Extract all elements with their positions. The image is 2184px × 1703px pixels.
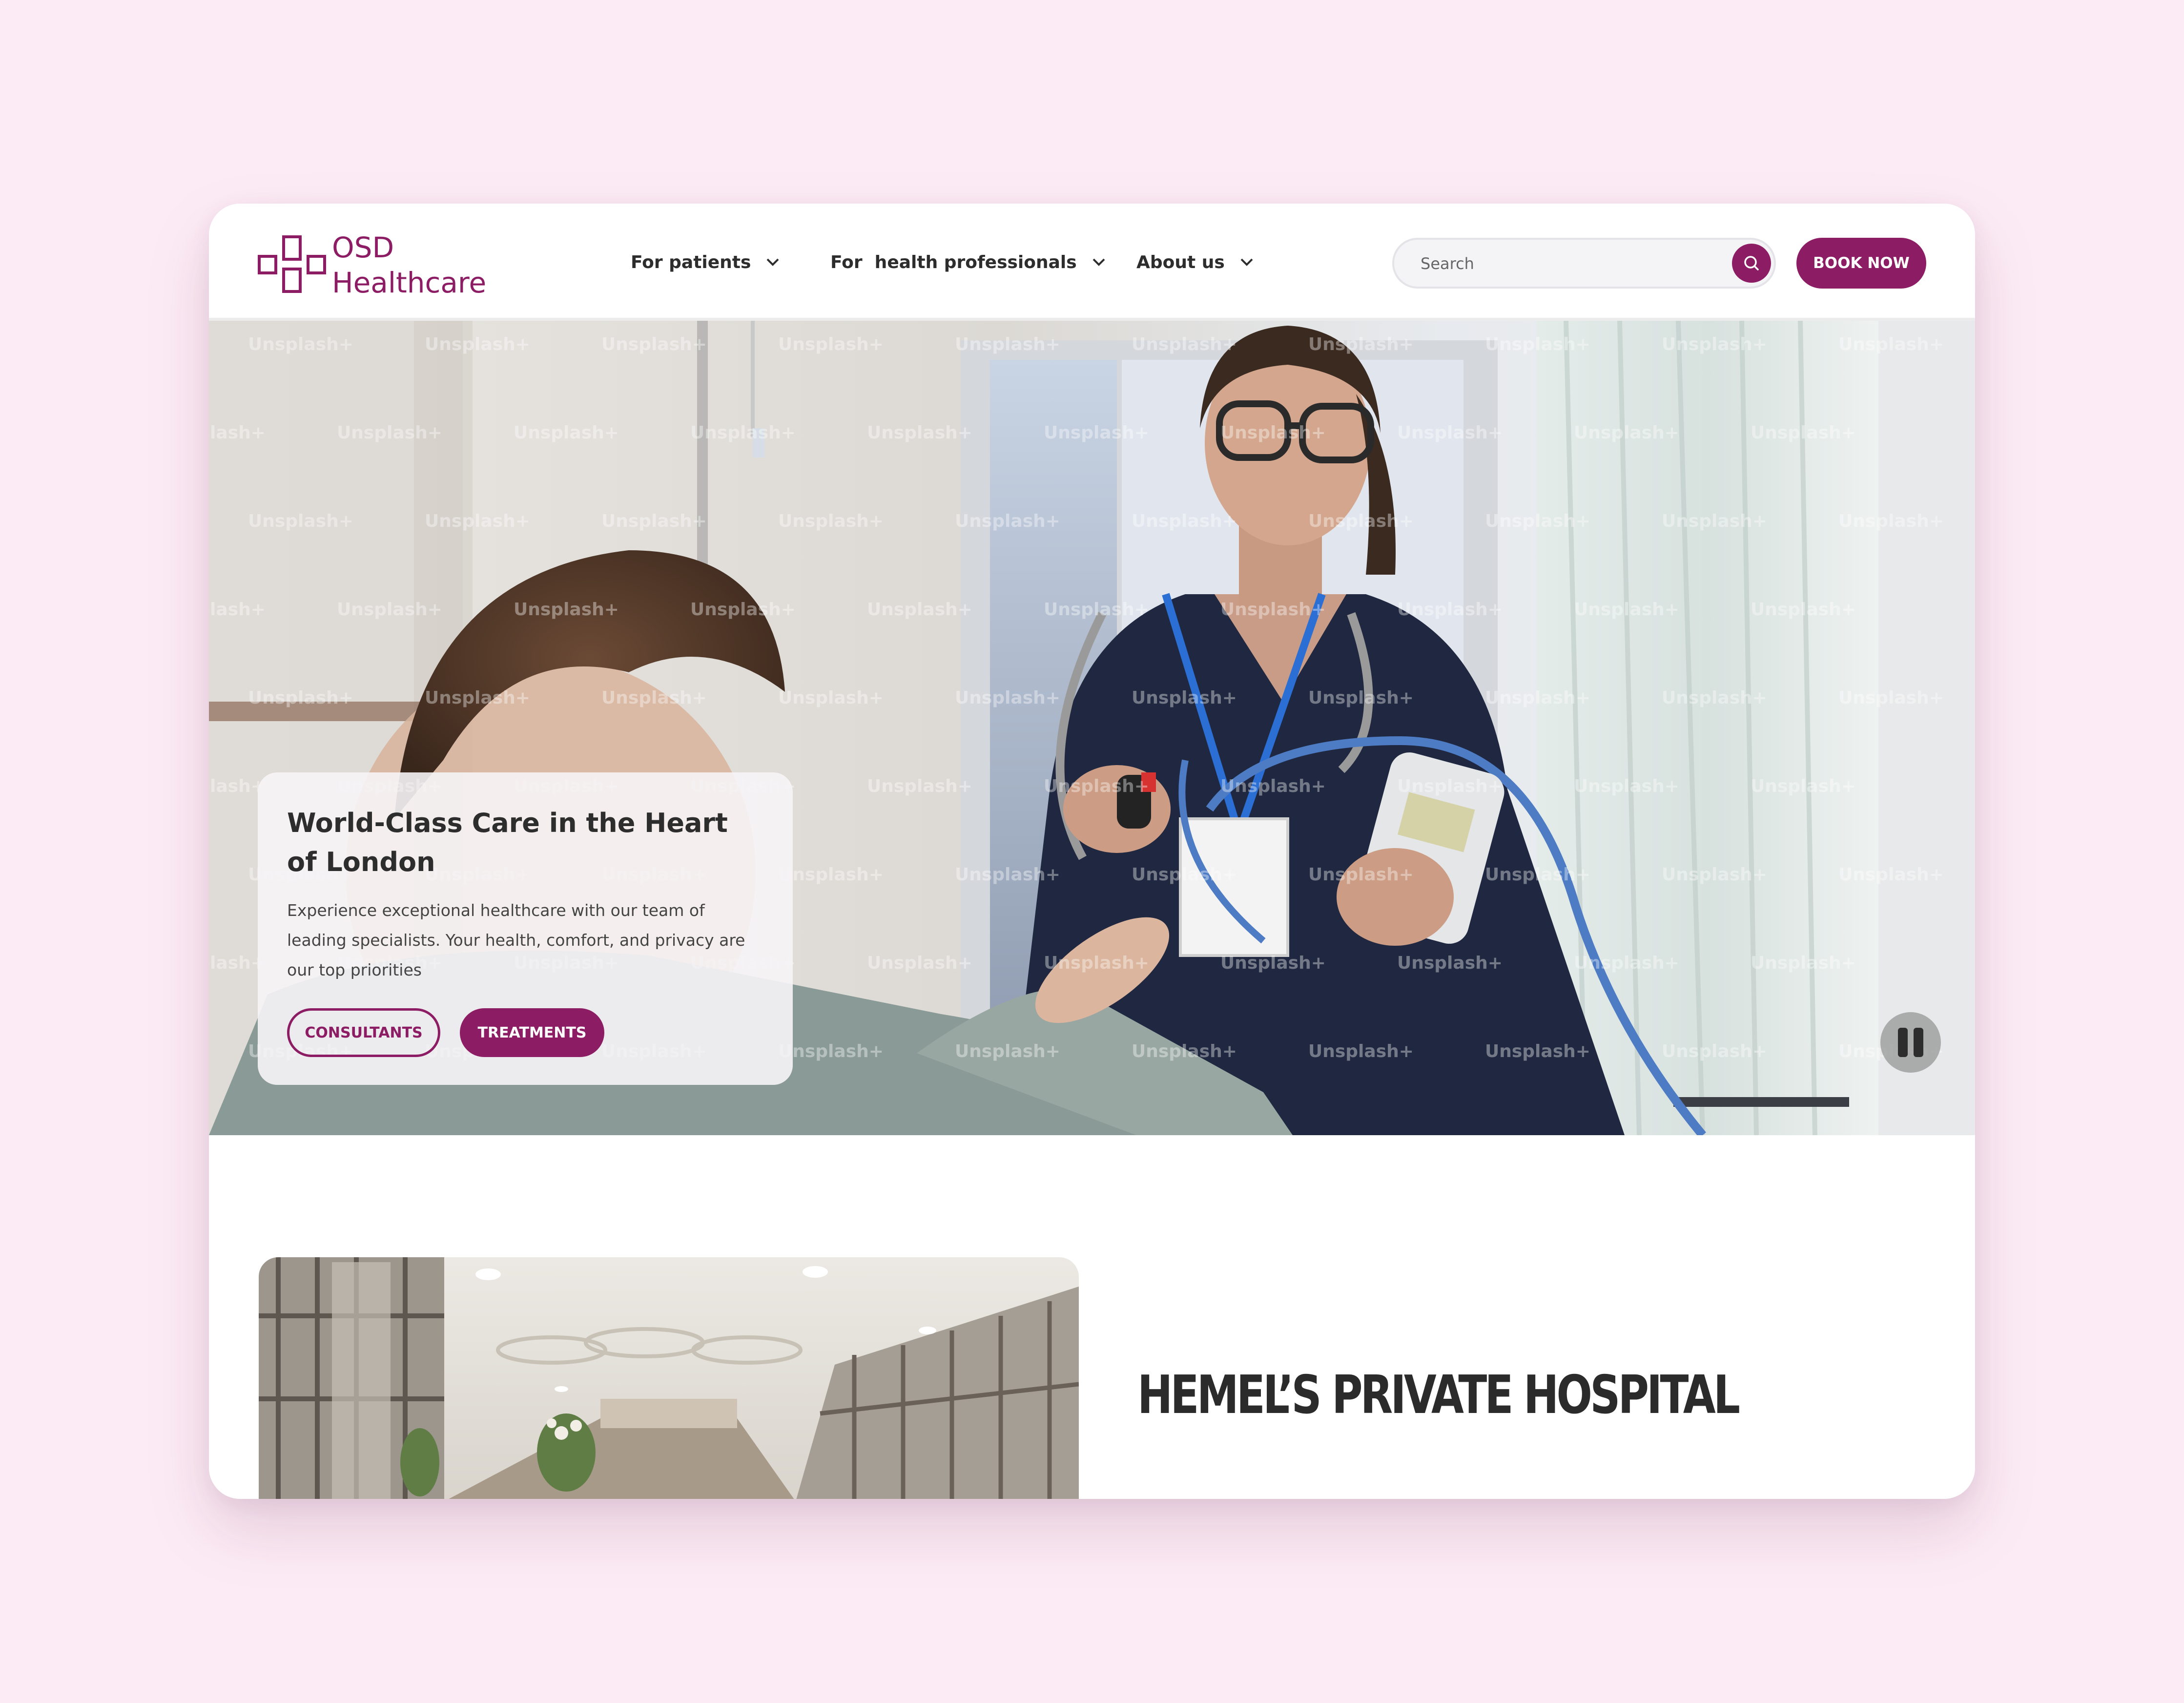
brand-name-line1: OSD	[332, 231, 394, 264]
cross-squares-logo-icon	[258, 235, 326, 293]
hero-title: World-Class Care in the Heart of London	[287, 808, 728, 877]
hero-description: Experience exceptional healthcare with o…	[287, 901, 745, 979]
slideshow-pause-button[interactable]	[1880, 1012, 1941, 1073]
hero-card: World-Class Care in the Heart of London …	[258, 772, 793, 1085]
search-button[interactable]	[1732, 244, 1771, 283]
brand-name: OSD Healthcare	[332, 230, 486, 300]
hospital-interior-image	[259, 1257, 1079, 1499]
browser-page: OSD Healthcare For patients For health p…	[209, 204, 1975, 1499]
consultants-button[interactable]: CONSULTANTS	[287, 1008, 440, 1057]
search-bar	[1392, 238, 1776, 289]
chevron-down-icon	[1092, 258, 1105, 266]
chevron-down-icon	[1240, 258, 1253, 266]
hero-banner: Unsplash+ Unsplash+ Unsplash+ Unsplash+ Unsp…	[209, 321, 1975, 1135]
nav-about-us[interactable]: About us	[1136, 204, 1254, 321]
hospital-interior-photo	[259, 1257, 1079, 1499]
pause-icon	[1898, 1028, 1923, 1057]
book-now-button[interactable]: BOOK NOW	[1796, 238, 1926, 289]
treatments-button[interactable]: TREATMENTS	[460, 1008, 604, 1057]
search-icon	[1744, 256, 1759, 270]
nav-about-us-label: About us	[1136, 252, 1225, 272]
chevron-down-icon	[767, 258, 779, 266]
hospital-section: HEMEL’S PRIVATE HOSPITAL	[209, 1135, 1975, 1499]
search-input[interactable]	[1420, 240, 1714, 288]
brand-logo[interactable]: OSD Healthcare	[258, 230, 492, 299]
section-title: HEMEL’S PRIVATE HOSPITAL	[1137, 1365, 1740, 1426]
brand-name-line2: Healthcare	[332, 266, 487, 299]
nav-for-patients[interactable]: For patients	[631, 204, 780, 321]
site-header: OSD Healthcare For patients For health p…	[209, 204, 1975, 321]
nav-health-professionals-label: For health professionals	[830, 252, 1077, 272]
nav-for-patients-label: For patients	[631, 252, 751, 272]
nav-health-professionals[interactable]: For health professionals	[830, 204, 1106, 321]
